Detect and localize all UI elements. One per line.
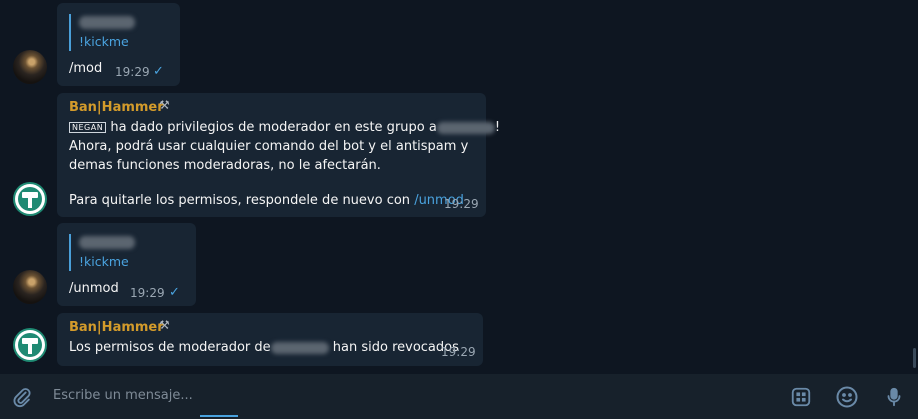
message-bubble-bot-revoke[interactable]: Ban|Hammer ⚒ Los permisos de moderador d…	[57, 313, 483, 366]
message-time: 19:29	[130, 286, 165, 300]
message-bubble-bot-promote[interactable]: Ban|Hammer ⚒ NEGAN ha dado privilegios d…	[57, 93, 500, 217]
sent-check-icon: ✓	[169, 285, 180, 300]
input-focus-indicator	[200, 415, 238, 417]
redacted-name	[79, 16, 135, 29]
sender-name[interactable]: Ban|Hammer	[69, 100, 164, 115]
message-text: Los permisos de moderador de han sido re…	[69, 338, 459, 357]
chat-scrollbar[interactable]	[913, 348, 916, 368]
bot-logo-icon	[15, 184, 45, 214]
redacted-name	[79, 236, 135, 249]
bot-avatar[interactable]	[13, 182, 47, 216]
admin-name-badge[interactable]: NEGAN	[69, 122, 107, 133]
message-text: /mod	[69, 61, 103, 76]
paperclip-icon[interactable]	[10, 385, 34, 409]
reply-quote[interactable]: !kickme	[69, 14, 135, 51]
redacted-name	[436, 121, 495, 134]
message-time: 19:29	[115, 65, 150, 79]
reply-quote[interactable]: !kickme	[69, 234, 135, 271]
message-bubble-mod[interactable]: !kickme /mod 19:29 ✓	[57, 3, 180, 86]
message-text: NEGAN ha dado privilegios de moderador e…	[69, 118, 500, 210]
bot-commands-icon[interactable]	[789, 385, 813, 409]
message-line-4: Para quitarle los permisos, respondele d…	[69, 191, 500, 210]
microphone-icon[interactable]	[882, 385, 906, 409]
message-time: 19:29	[444, 197, 479, 211]
sent-check-icon: ✓	[153, 64, 164, 79]
hammer-icon: ⚒	[159, 318, 170, 332]
reply-quote-text: !kickme	[79, 254, 129, 269]
revoke-text-end: han sido revocados	[328, 340, 459, 355]
redacted-name	[270, 341, 329, 354]
message-time: 19:29	[441, 345, 476, 359]
exclamation: !	[494, 120, 501, 135]
revoke-text: Los permisos de moderador de	[69, 340, 271, 355]
message-line-1: NEGAN ha dado privilegios de moderador e…	[69, 118, 500, 137]
promote-text: ha dado privilegios de moderador en este…	[106, 120, 437, 135]
sender-name[interactable]: Ban|Hammer	[69, 320, 164, 335]
chat-area[interactable]: !kickme /mod 19:29 ✓ Ban|Hammer ⚒ NEGAN …	[0, 0, 918, 374]
bot-avatar[interactable]	[13, 328, 47, 362]
user-avatar[interactable]	[13, 270, 47, 304]
emoji-icon[interactable]	[835, 385, 859, 409]
reply-quote-text: !kickme	[79, 34, 129, 49]
message-line-2: Ahora, podrá usar cualquier comando del …	[69, 139, 469, 154]
instruction-text: Para quitarle los permisos, respondele d…	[69, 193, 415, 208]
user-avatar[interactable]	[13, 50, 47, 84]
message-text: /unmod	[69, 281, 119, 296]
message-input-bar: Escribe un mensaje...	[0, 374, 918, 419]
message-line-3: demas funciones moderadoras, no le afect…	[69, 158, 381, 173]
hammer-icon: ⚒	[159, 98, 170, 112]
message-input[interactable]: Escribe un mensaje...	[53, 388, 193, 403]
message-bubble-unmod[interactable]: !kickme /unmod 19:29 ✓	[57, 223, 196, 306]
bot-logo-icon	[15, 330, 45, 360]
